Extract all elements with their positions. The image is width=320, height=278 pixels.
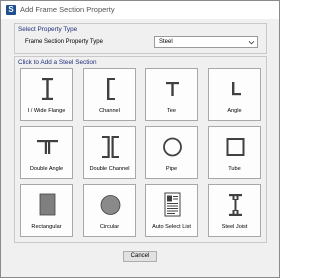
steel-joist-icon (229, 194, 242, 216)
section-label: Auto Select List (152, 224, 191, 230)
angle-icon (232, 82, 241, 96)
dialog-window: S Add Frame Section Property Select Prop… (0, 0, 280, 278)
tee-icon (166, 82, 179, 96)
section-button-channel[interactable]: Channel (83, 68, 136, 121)
section-label: I / Wide Flange (27, 108, 66, 114)
chevron-down-icon (248, 40, 255, 45)
tube-icon (226, 138, 245, 156)
double-angle-icon (37, 140, 58, 154)
double-channel-icon (102, 136, 119, 158)
section-label: Circular (99, 224, 120, 230)
property-type-select[interactable]: Steel (154, 36, 258, 48)
section-button-tee[interactable]: Tee (145, 68, 198, 121)
rectangular-icon (39, 193, 56, 216)
section-label: Tube (228, 166, 241, 172)
channel-icon (107, 78, 115, 100)
section-label: Steel Joist (221, 224, 248, 230)
pipe-icon (163, 137, 182, 157)
circular-icon (100, 195, 121, 215)
section-label: Double Angle (29, 166, 64, 172)
cancel-button[interactable]: Cancel (123, 251, 157, 262)
property-type-group-title: Select Property Type (18, 26, 78, 33)
section-label: Tee (166, 108, 177, 114)
section-button-rectangular[interactable]: Rectangular (20, 184, 73, 237)
property-type-select-value: Steel (159, 39, 173, 45)
section-button-tube[interactable]: Tube (208, 126, 261, 179)
section-label: Angle (227, 108, 242, 114)
section-button-i-wide-flange[interactable]: I / Wide Flange (20, 68, 73, 121)
section-button-double-channel[interactable]: Double Channel (83, 126, 136, 179)
i-wide-flange-icon (42, 78, 53, 100)
section-button-pipe[interactable]: Pipe (145, 126, 198, 179)
section-label: Channel (99, 108, 120, 114)
steel-section-group-title: Click to Add a Steel Section (18, 59, 97, 66)
property-type-label: Frame Section Property Type (25, 39, 103, 45)
title-bar: S Add Frame Section Property (1, 1, 279, 19)
app-icon: S (6, 5, 16, 15)
section-button-circular[interactable]: Circular (83, 184, 136, 237)
section-button-double-angle[interactable]: Double Angle (20, 126, 73, 179)
auto-select-list-icon (164, 192, 181, 217)
section-button-auto-select-list[interactable]: Auto Select List (145, 184, 198, 237)
section-button-angle[interactable]: Angle (208, 68, 261, 121)
section-label: Double Channel (89, 166, 130, 172)
section-label: Pipe (165, 166, 178, 172)
window-title: Add Frame Section Property (20, 5, 115, 14)
section-label: Rectangular (31, 224, 62, 230)
section-button-steel-joist[interactable]: Steel Joist (208, 184, 261, 237)
